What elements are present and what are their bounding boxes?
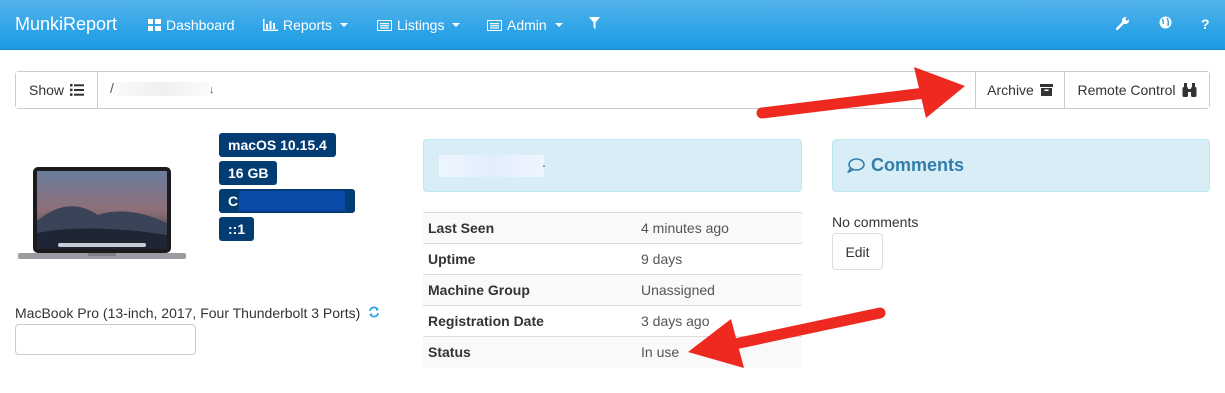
dashboard-icon <box>148 19 161 31</box>
os-version-badge: macOS 10.15.4 <box>219 133 336 157</box>
machine-field-suffix: ↓ <box>208 84 215 96</box>
remote-button-label: Remote Control <box>1077 82 1176 98</box>
nav-reports-label: Reports <box>283 17 333 33</box>
wrench-icon <box>1115 17 1129 31</box>
memory-badge: 16 GB <box>219 161 278 185</box>
machine-name-panel: . <box>423 139 802 192</box>
machine-name-field[interactable]: / ↓ <box>98 72 975 108</box>
table-row: Last Seen 4 minutes ago <box>423 212 802 244</box>
comments-title: Comments <box>871 155 965 175</box>
chevron-down-icon <box>554 23 563 27</box>
model-description: MacBook Pro (13-inch, 2017, Four Thunder… <box>15 305 380 321</box>
table-row: Status In use <box>423 336 802 368</box>
chevron-down-icon <box>452 23 461 27</box>
list-icon <box>70 84 85 96</box>
row-value: 3 days ago <box>636 305 802 337</box>
binoculars-icon <box>1182 83 1197 97</box>
nav-filter[interactable] <box>589 17 600 29</box>
nav-settings[interactable] <box>1115 16 1130 33</box>
row-key: Uptime <box>423 243 636 275</box>
row-value: 9 days <box>636 243 802 275</box>
refresh-icon[interactable] <box>368 305 380 321</box>
list-icon <box>487 19 502 31</box>
nav-admin[interactable]: Admin <box>487 17 563 33</box>
archive-icon <box>1039 84 1053 96</box>
laptop-image <box>18 167 186 259</box>
ip-address-badge: ::1 <box>219 217 255 241</box>
comment-icon <box>847 158 865 173</box>
top-navbar: MunkiReport Dashboard Reports Listings A… <box>0 0 1225 50</box>
chart-icon <box>263 19 278 31</box>
nav-reports[interactable]: Reports <box>263 17 349 33</box>
list-icon <box>377 19 392 31</box>
row-key: Registration Date <box>423 305 636 337</box>
row-value: 4 minutes ago <box>636 212 802 244</box>
nav-language[interactable] <box>1159 16 1172 32</box>
nav-admin-label: Admin <box>507 17 547 33</box>
row-value: Unassigned <box>636 274 802 306</box>
filter-icon <box>589 17 600 29</box>
nav-dashboard-label: Dashboard <box>166 17 235 33</box>
description-input[interactable] <box>15 324 196 355</box>
row-key: Last Seen <box>423 212 636 244</box>
archive-button[interactable]: Archive <box>975 72 1064 108</box>
show-button[interactable]: Show <box>16 72 98 108</box>
row-key: Status <box>423 336 636 368</box>
chevron-down-icon <box>340 23 349 27</box>
redacted-text <box>439 155 544 177</box>
table-row: Machine Group Unassigned <box>423 274 802 306</box>
nav-listings-label: Listings <box>397 17 445 33</box>
comments-panel-heading: Comments <box>832 139 1210 192</box>
globe-icon <box>1159 16 1172 29</box>
archive-button-label: Archive <box>987 82 1034 98</box>
machine-name-suffix: . <box>542 154 546 170</box>
edit-comment-button[interactable]: Edit <box>832 233 883 270</box>
serial-badge: C <box>219 189 355 213</box>
nav-dashboard[interactable]: Dashboard <box>148 17 235 33</box>
table-row: Uptime 9 days <box>423 243 802 275</box>
redacted-text <box>239 191 345 211</box>
machine-info-table: Last Seen 4 minutes ago Uptime 9 days Ma… <box>423 212 802 368</box>
help-icon[interactable]: ? <box>1201 16 1210 32</box>
brand-link[interactable]: MunkiReport <box>15 14 117 35</box>
no-comments-text: No comments <box>832 214 919 230</box>
row-key: Machine Group <box>423 274 636 306</box>
serial-badge-label: C <box>228 193 239 209</box>
model-label: MacBook Pro (13-inch, 2017, Four Thunder… <box>15 305 361 321</box>
remote-control-button[interactable]: Remote Control <box>1064 72 1209 108</box>
redacted-text <box>113 82 209 97</box>
table-row: Registration Date 3 days ago <box>423 305 802 337</box>
show-button-label: Show <box>28 82 65 98</box>
row-value: In use <box>636 336 802 368</box>
nav-listings[interactable]: Listings <box>377 17 461 33</box>
machine-input-group: Show / ↓ Archive Remote Control <box>15 71 1210 109</box>
